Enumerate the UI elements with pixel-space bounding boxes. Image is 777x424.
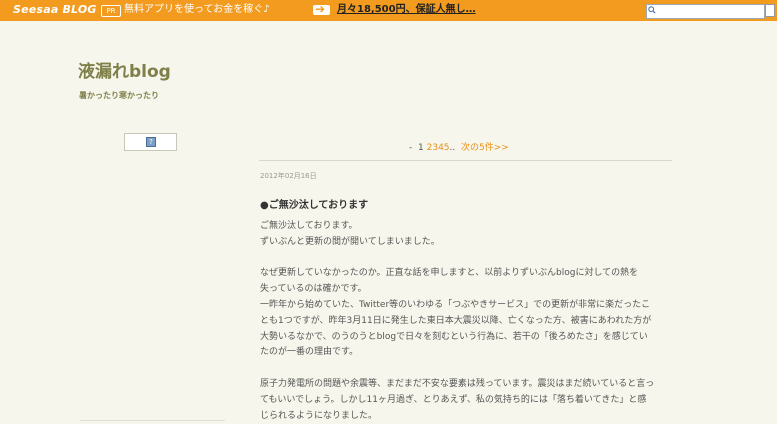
divider <box>259 160 672 161</box>
help-icon[interactable]: ? <box>146 137 156 147</box>
pager-prefix: - <box>409 143 413 153</box>
post-line: ご無沙汰しております。 <box>260 221 358 231</box>
post-line-blank <box>260 361 680 377</box>
search-button[interactable] <box>765 4 775 17</box>
post-line: 原子力発電所の問題や余震等、まだまだ不安な要素は残っています。震災はまだ続いてい… <box>260 378 655 389</box>
promo-ad-link[interactable]: 月々18,500円、保証人無し… <box>337 3 476 17</box>
post-date: 2012年02月16日 <box>260 172 317 180</box>
post-line: たのが一番の理由です。 <box>260 347 359 358</box>
seesaa-blog-logo[interactable]: Seesaa BLOG <box>13 3 97 17</box>
search-icon <box>648 6 656 14</box>
arrow-right-icon: ➔ <box>313 2 330 16</box>
seesaa-toolbar: Seesaa BLOG PR 無料アプリを使ってお金を稼ぐ♪ ➔ 月々18,50… <box>0 0 777 21</box>
post-line-blank <box>260 251 680 267</box>
post-body: ご無沙汰しております。 ずいぶんと更新の間が開いてしまいました。 なぜ更新してい… <box>260 219 680 424</box>
post-line: ずいぶんと更新の間が開いてしまいました。 <box>260 236 440 247</box>
post-line: とも1つですが、昨年3月11日に発生した東日本大震災以降、亡くなった方、被害にあ… <box>260 315 652 326</box>
blog-subtitle: 暑かったり寒かったり <box>79 91 159 100</box>
sidebar-divider <box>80 420 225 421</box>
pr-ad-link[interactable]: 無料アプリを使ってお金を稼ぐ♪ <box>124 3 270 17</box>
post-line: なぜ更新していなかったのか。正直な話を申しますと、以前よりずいぶんblogに対し… <box>260 268 639 279</box>
pager-next-link[interactable]: 次の5件>> <box>461 143 509 153</box>
post-line: てもいいでしょう。しかし11ヶ月過ぎ、とりあえず、私の気持ち的には「落ち着いてき… <box>260 394 647 405</box>
pr-badge: PR <box>101 5 121 17</box>
post-line: 一昨年から始めていた、Twitter等のいわゆる「つぶやきサービス」での更新が非… <box>260 299 651 310</box>
pager-ellipsis: .. <box>449 143 456 153</box>
sidebar-widget: ? <box>124 133 177 151</box>
post-title[interactable]: ●ご無沙汰しております <box>260 199 368 212</box>
post-line: じられるようになりました。 <box>260 410 378 421</box>
blog-title[interactable]: 液漏れblog <box>78 62 171 82</box>
pager-current-page: 1 <box>417 143 424 153</box>
search-input[interactable] <box>646 4 765 19</box>
pagination: - 1 2345.. 次の5件>> <box>409 142 509 154</box>
post-line: 失っているのは確かです。 <box>260 284 367 295</box>
post-line: 大勢いるなかで、のうのうとblogで日々を刻むという行為に、若干の「後ろめたさ」… <box>260 331 648 342</box>
